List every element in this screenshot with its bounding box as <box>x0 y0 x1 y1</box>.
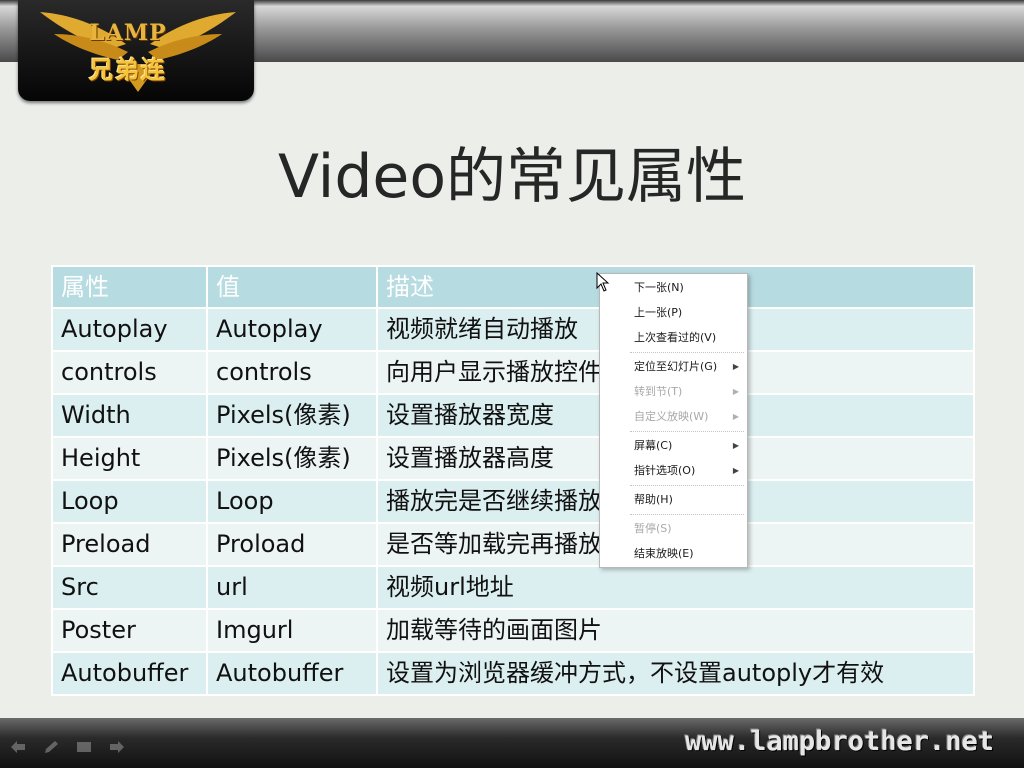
menu-item-label: 帮助(H) <box>634 493 673 506</box>
cell-value: Pixels(像素) <box>206 436 378 481</box>
menu-item-next[interactable]: 下一张(N) <box>600 277 747 299</box>
menu-item-screen[interactable]: 屏幕(C) ▶ <box>600 435 747 457</box>
cell-attribute: controls <box>51 350 208 395</box>
cell-value: controls <box>206 350 378 395</box>
cell-attribute: Poster <box>51 608 208 653</box>
slideshow-context-menu: 下一张(N) 上一张(P) 上次查看过的(V) 定位至幻灯片(G) ▶ 转到节(… <box>599 273 748 568</box>
table-row: Width Pixels(像素) 设置播放器宽度 <box>51 393 975 438</box>
website-url: www.lampbrother.net <box>685 726 994 757</box>
table-row: Loop Loop 播放完是否继续播放，循环播放 <box>51 479 975 524</box>
menu-item-custom-show: 自定义放映(W) ▶ <box>600 406 747 428</box>
logo-chinese-text: 兄弟连 <box>89 56 167 84</box>
menu-item-label: 转到节(T) <box>634 385 683 398</box>
menu-item-pause: 暂停(S) <box>600 518 747 540</box>
menu-separator <box>630 514 744 515</box>
cell-value: Loop <box>206 479 378 524</box>
mouse-cursor-icon <box>596 272 610 292</box>
table-row: Autobuffer Autobuffer 设置为浏览器缓冲方式，不设置auto… <box>51 651 975 696</box>
header-value: 值 <box>206 265 378 309</box>
menu-item-pointer-options[interactable]: 指针选项(O) ▶ <box>600 460 747 482</box>
cell-value: Autobuffer <box>206 651 378 696</box>
cell-attribute: Autobuffer <box>51 651 208 696</box>
menu-item-go-to-slide[interactable]: 定位至幻灯片(G) ▶ <box>600 356 747 378</box>
submenu-arrow-icon: ▶ <box>732 412 739 421</box>
cell-attribute: Src <box>51 565 208 610</box>
table-row: Poster Imgurl 加载等待的画面图片 <box>51 608 975 653</box>
menu-separator <box>630 485 744 486</box>
cell-attribute: Autoplay <box>51 307 208 352</box>
menu-item-go-to-section: 转到节(T) ▶ <box>600 381 747 403</box>
cell-attribute: Height <box>51 436 208 481</box>
menu-icon[interactable] <box>76 740 92 754</box>
menu-item-label: 下一张(N) <box>634 281 684 294</box>
cell-value: Autoplay <box>206 307 378 352</box>
menu-item-label: 暂停(S) <box>634 522 672 535</box>
cell-description: 设置为浏览器缓冲方式，不设置autoply才有效 <box>376 651 975 696</box>
next-arrow-icon[interactable] <box>109 740 125 754</box>
menu-separator <box>630 352 744 353</box>
table-row: controls controls 向用户显示播放控件 <box>51 350 975 395</box>
cell-description: 视频url地址 <box>376 565 975 610</box>
submenu-arrow-icon: ▶ <box>732 466 739 475</box>
menu-item-label: 上一张(P) <box>634 306 683 319</box>
cell-attribute: Loop <box>51 479 208 524</box>
table-row: Autoplay Autoplay 视频就绪自动播放 <box>51 307 975 352</box>
menu-item-previous[interactable]: 上一张(P) <box>600 302 747 324</box>
cell-attribute: Preload <box>51 522 208 567</box>
menu-item-label: 指针选项(O) <box>634 464 696 477</box>
cell-value: url <box>206 565 378 610</box>
submenu-arrow-icon: ▶ <box>732 441 739 450</box>
menu-item-label: 上次查看过的(V) <box>634 331 717 344</box>
cell-attribute: Width <box>51 393 208 438</box>
cell-value: Pixels(像素) <box>206 393 378 438</box>
pen-icon[interactable] <box>43 740 59 754</box>
brand-logo: LAMP 兄弟连 <box>18 0 254 101</box>
menu-item-end-show[interactable]: 结束放映(E) <box>600 543 747 565</box>
submenu-arrow-icon: ▶ <box>732 362 739 371</box>
logo-english-text: LAMP <box>89 20 167 46</box>
menu-item-label: 定位至幻灯片(G) <box>634 360 718 373</box>
table-header-row: 属性 值 描述 <box>51 265 975 309</box>
table-row: Preload Proload 是否等加载完再播放 <box>51 522 975 567</box>
submenu-arrow-icon: ▶ <box>732 387 739 396</box>
menu-item-label: 屏幕(C) <box>634 439 673 452</box>
table-row: Height Pixels(像素) 设置播放器高度 <box>51 436 975 481</box>
menu-item-last-viewed[interactable]: 上次查看过的(V) <box>600 327 747 349</box>
menu-item-label: 自定义放映(W) <box>634 410 709 423</box>
slide-title: Video的常见属性 <box>277 142 747 212</box>
cell-description: 加载等待的画面图片 <box>376 608 975 653</box>
menu-item-help[interactable]: 帮助(H) <box>600 489 747 511</box>
menu-item-label: 结束放映(E) <box>634 547 694 560</box>
video-properties-table: 属性 值 描述 Autoplay Autoplay 视频就绪自动播放 contr… <box>51 265 975 696</box>
table-row: Src url 视频url地址 <box>51 565 975 610</box>
menu-separator <box>630 431 744 432</box>
cell-value: Proload <box>206 522 378 567</box>
header-attribute: 属性 <box>51 265 208 309</box>
prev-arrow-icon[interactable] <box>10 740 26 754</box>
cell-value: Imgurl <box>206 608 378 653</box>
